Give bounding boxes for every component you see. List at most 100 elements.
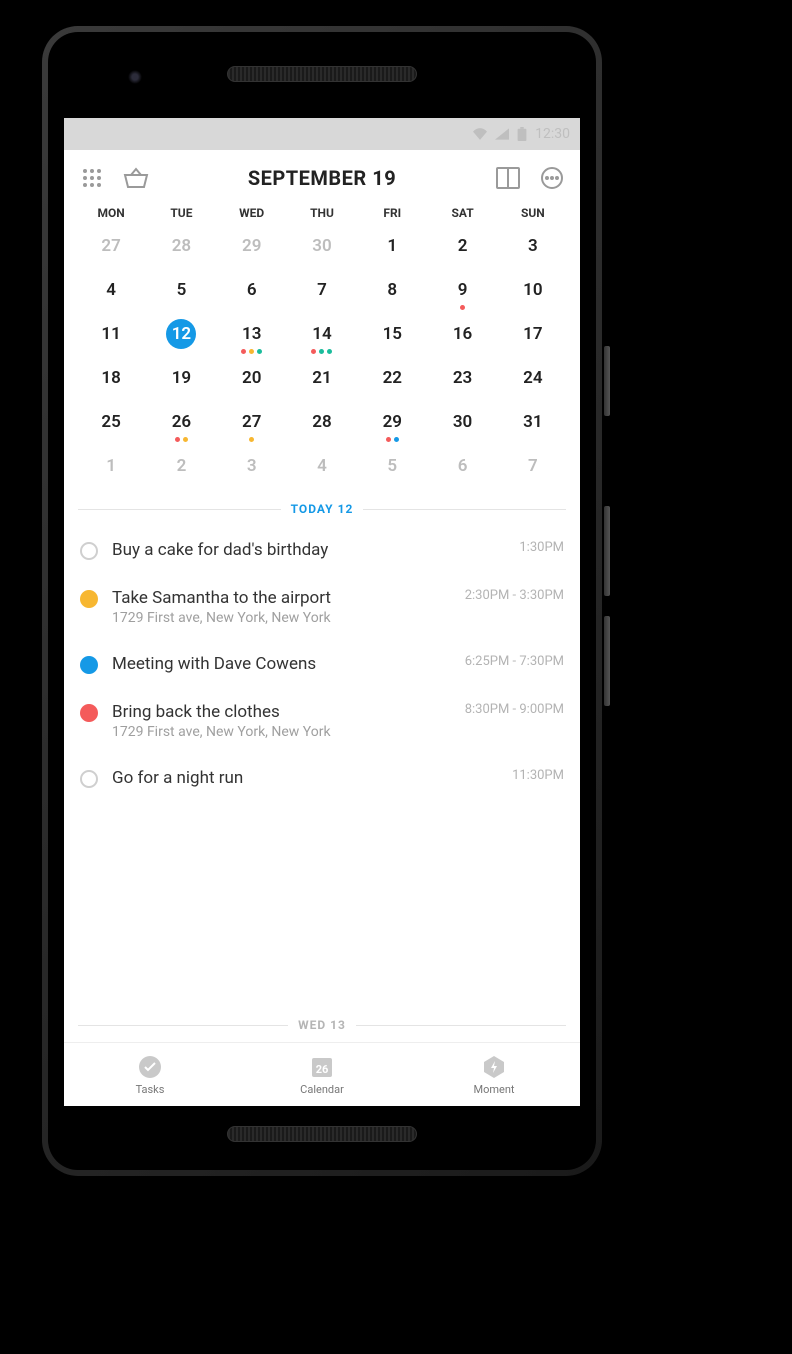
calendar-grid: 2728293012345678910111213141516171819202…: [64, 228, 580, 492]
calendar-day[interactable]: 28: [146, 228, 216, 264]
weekday-label: WED: [217, 206, 287, 220]
calendar-day[interactable]: 30: [427, 404, 497, 440]
task-item[interactable]: Bring back the clothes1729 First ave, Ne…: [80, 688, 564, 754]
front-camera: [128, 70, 142, 84]
calendar-day[interactable]: 9: [427, 272, 497, 308]
calendar-day[interactable]: 25: [76, 404, 146, 440]
status-time: 12:30: [535, 126, 570, 142]
signal-icon: [495, 128, 509, 140]
calendar-day[interactable]: 28: [287, 404, 357, 440]
task-time: 8:30PM - 9:00PM: [465, 702, 564, 717]
nav-label: Tasks: [136, 1083, 165, 1096]
weekday-label: SAT: [427, 206, 497, 220]
task-checkbox[interactable]: [80, 770, 98, 788]
calendar-day[interactable]: 31: [498, 404, 568, 440]
task-time: 11:30PM: [512, 768, 564, 783]
calendar-day[interactable]: 5: [146, 272, 216, 308]
task-title: Go for a night run: [112, 768, 498, 788]
task-color-dot: [80, 704, 98, 722]
task-color-dot: [80, 656, 98, 674]
calendar-day[interactable]: 1: [76, 448, 146, 484]
next-day-label: WED 13: [298, 1018, 346, 1032]
calendar-day[interactable]: 2: [427, 228, 497, 264]
calendar-day[interactable]: 22: [357, 360, 427, 396]
calendar-day[interactable]: 8: [357, 272, 427, 308]
weekday-row: MONTUEWEDTHUFRISATSUN: [64, 202, 580, 228]
divider-line: [356, 1025, 566, 1026]
today-label: TODAY 12: [291, 502, 354, 516]
divider-line: [78, 1025, 288, 1026]
grid-menu-icon[interactable]: [78, 164, 106, 192]
phone-inner: 12:30 SEPTEMBER 19: [48, 32, 596, 1170]
calendar-day[interactable]: 4: [76, 272, 146, 308]
basket-icon[interactable]: [122, 164, 150, 192]
nav-tasks[interactable]: Tasks: [64, 1043, 236, 1106]
task-item[interactable]: Take Samantha to the airport 1729 First a…: [80, 574, 564, 640]
calendar-day[interactable]: 27: [76, 228, 146, 264]
task-item[interactable]: Go for a night run 11:30PM: [80, 754, 564, 802]
calendar-day[interactable]: 14: [287, 316, 357, 352]
calendar-day[interactable]: 18: [76, 360, 146, 396]
phone-frame: 12:30 SEPTEMBER 19: [42, 26, 602, 1176]
nav-label: Calendar: [300, 1083, 344, 1096]
calendar-day[interactable]: 12: [146, 316, 216, 352]
check-circle-icon: [137, 1054, 163, 1080]
calendar-day[interactable]: 30: [287, 228, 357, 264]
calendar-day[interactable]: 6: [427, 448, 497, 484]
nav-label: Moment: [473, 1083, 514, 1096]
calendar-day[interactable]: 10: [498, 272, 568, 308]
task-item[interactable]: Meeting with Dave Cowens6:25PM - 7:30PM: [80, 640, 564, 688]
task-checkbox[interactable]: [80, 542, 98, 560]
volume-up-button: [604, 506, 610, 596]
hexagon-bolt-icon: [481, 1054, 507, 1080]
calendar-icon: 26: [309, 1054, 335, 1080]
divider-line: [78, 509, 281, 510]
header-title: SEPTEMBER 19: [248, 166, 396, 190]
status-bar: 12:30: [64, 118, 580, 150]
calendar-day[interactable]: 5: [357, 448, 427, 484]
task-color-dot: [80, 590, 98, 608]
speaker-top: [227, 66, 417, 82]
calendar-day[interactable]: 7: [287, 272, 357, 308]
calendar-day[interactable]: 1: [357, 228, 427, 264]
task-item[interactable]: Buy a cake for dad's birthday1:30PM: [80, 526, 564, 574]
bottom-nav: Tasks 26 Calendar Moment: [64, 1042, 580, 1106]
calendar-day[interactable]: 16: [427, 316, 497, 352]
calendar-day[interactable]: 2: [146, 448, 216, 484]
task-title: Bring back the clothes: [112, 702, 451, 722]
calendar-day[interactable]: 27: [217, 404, 287, 440]
nav-moment[interactable]: Moment: [408, 1043, 580, 1106]
today-divider: TODAY 12: [64, 492, 580, 526]
app-screen: 12:30 SEPTEMBER 19: [64, 118, 580, 1106]
calendar-day[interactable]: 15: [357, 316, 427, 352]
calendar-day[interactable]: 21: [287, 360, 357, 396]
task-list[interactable]: Buy a cake for dad's birthday1:30PMTake …: [64, 526, 580, 1008]
task-title: Take Samantha to the airport: [112, 588, 451, 608]
calendar-day[interactable]: 17: [498, 316, 568, 352]
calendar-day[interactable]: 3: [217, 448, 287, 484]
calendar-day[interactable]: 29: [217, 228, 287, 264]
calendar-day[interactable]: 6: [217, 272, 287, 308]
app-header: SEPTEMBER 19: [64, 150, 580, 202]
calendar-day[interactable]: 19: [146, 360, 216, 396]
calendar-day[interactable]: 20: [217, 360, 287, 396]
calendar-day[interactable]: 7: [498, 448, 568, 484]
calendar-day[interactable]: 26: [146, 404, 216, 440]
calendar-day[interactable]: 23: [427, 360, 497, 396]
calendar-day[interactable]: 13: [217, 316, 287, 352]
calendar-day[interactable]: 4: [287, 448, 357, 484]
calendar-badge: 26: [316, 1063, 329, 1076]
calendar-day[interactable]: 24: [498, 360, 568, 396]
battery-icon: [517, 127, 527, 141]
calendar-day[interactable]: 3: [498, 228, 568, 264]
calendar-day[interactable]: 29: [357, 404, 427, 440]
calendar-day[interactable]: 11: [76, 316, 146, 352]
task-time: 2:30PM - 3:30PM: [465, 588, 564, 603]
task-time: 6:25PM - 7:30PM: [465, 654, 564, 669]
book-icon[interactable]: [494, 164, 522, 192]
task-subtitle: 1729 First ave, New York, New York: [112, 610, 451, 626]
nav-calendar[interactable]: 26 Calendar: [236, 1043, 408, 1106]
weekday-label: SUN: [498, 206, 568, 220]
more-icon[interactable]: [538, 164, 566, 192]
task-time: 1:30PM: [519, 540, 564, 555]
